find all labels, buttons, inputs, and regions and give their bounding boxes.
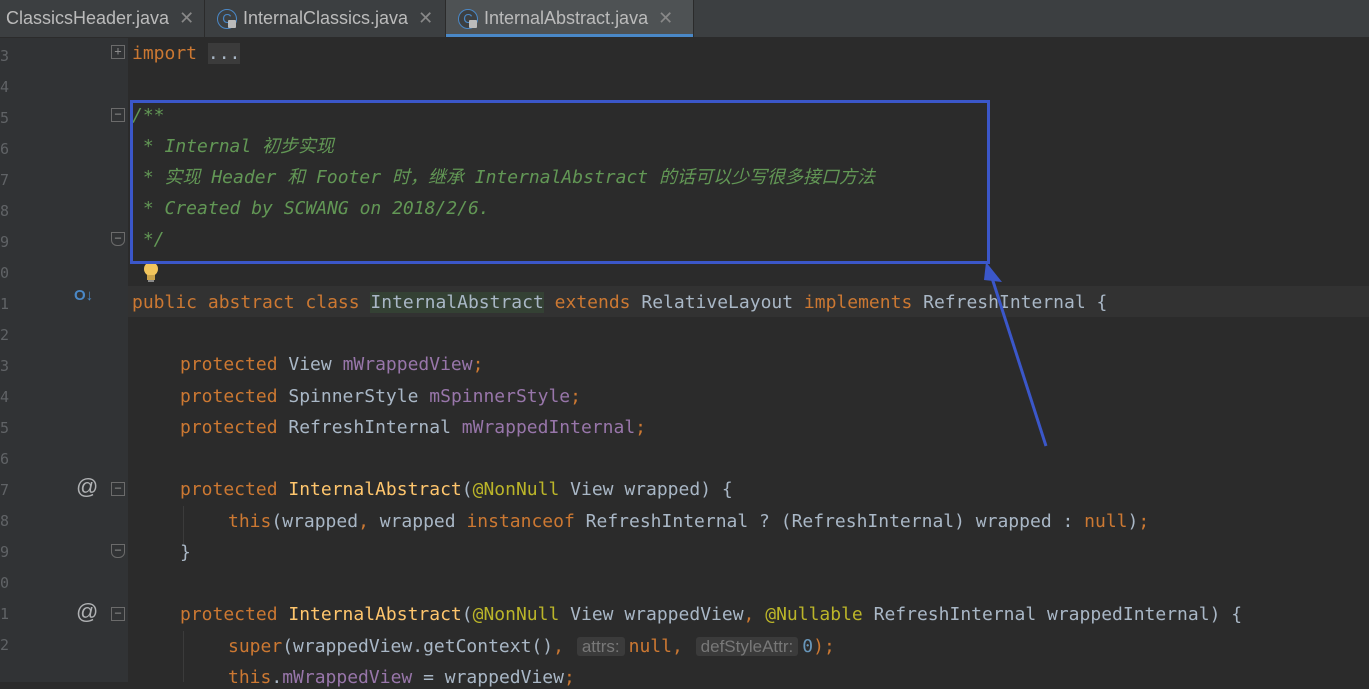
annotation-arrow (984, 262, 1048, 447)
override-icon[interactable]: @ (76, 474, 98, 500)
line-number: 0 (0, 264, 10, 282)
gutter (0, 38, 128, 682)
close-icon[interactable]: ✕ (418, 8, 433, 29)
indent-guide (183, 631, 184, 682)
override-icon[interactable]: @ (76, 599, 98, 625)
line-number: 2 (0, 636, 10, 654)
fold-collapse-icon[interactable] (111, 108, 125, 122)
tab-internal-abstract[interactable]: C InternalAbstract.java ✕ (446, 0, 694, 37)
line-number: 2 (0, 326, 10, 344)
param-hint: attrs: (576, 637, 625, 656)
line-number: 9 (0, 233, 10, 251)
class-icon: C (217, 8, 237, 29)
line-number: 3 (0, 47, 10, 65)
closing-brace-line: } (180, 542, 191, 563)
editor-tab-bar: ClassicsHeader.java ✕ C InternalClassics… (0, 0, 1369, 38)
line-number: 5 (0, 419, 10, 437)
close-icon[interactable]: ✕ (179, 8, 194, 29)
field-line: protected View mWrappedView; (180, 354, 484, 375)
fold-collapse-icon[interactable] (111, 482, 125, 496)
fold-collapse-icon[interactable] (111, 544, 125, 558)
folded-imports[interactable]: ... (207, 43, 241, 64)
line-number: 8 (0, 512, 10, 530)
line-number: 5 (0, 109, 10, 127)
statement-line: this.mWrappedView = wrappedView; (228, 667, 575, 688)
line-number: 1 (0, 605, 10, 623)
field-line: protected SpinnerStyle mSpinnerStyle; (180, 386, 581, 407)
tab-label: InternalClassics.java (243, 8, 409, 28)
line-number: 1 (0, 295, 10, 313)
code-editor[interactable]: 3 4 5 6 7 8 9 0 1 2 3 4 5 6 7 8 9 0 1 2 … (0, 38, 1369, 688)
tab-label: ClassicsHeader.java (6, 8, 170, 28)
constructor-line: protected InternalAbstract(@NonNull View… (180, 479, 733, 500)
statement-line: this(wrapped, wrapped instanceof Refresh… (228, 511, 1150, 532)
tab-label: InternalAbstract.java (484, 8, 649, 28)
line-number: 4 (0, 388, 10, 406)
line-number: 7 (0, 481, 10, 499)
line-number: 9 (0, 543, 10, 561)
line-number: 6 (0, 450, 10, 468)
fold-collapse-icon[interactable] (111, 232, 125, 246)
close-icon[interactable]: ✕ (658, 8, 673, 29)
field-line: protected RefreshInternal mWrappedIntern… (180, 417, 646, 438)
indent-guide (183, 506, 184, 546)
fold-expand-icon[interactable] (111, 45, 125, 59)
tab-classics-header[interactable]: ClassicsHeader.java ✕ (0, 0, 205, 37)
constructor-line: protected InternalAbstract(@NonNull View… (180, 604, 1243, 625)
class-declaration-line: public abstract class InternalAbstract e… (132, 292, 1108, 313)
line-number: 7 (0, 171, 10, 189)
line-number: 4 (0, 78, 10, 96)
line-number: 3 (0, 357, 10, 375)
class-icon: C (458, 8, 478, 29)
line-number: 0 (0, 574, 10, 592)
code-line-import: import ... (132, 43, 241, 64)
line-number: 8 (0, 202, 10, 220)
line-number: 6 (0, 140, 10, 158)
param-hint: defStyleAttr: (695, 637, 799, 656)
implements-icon[interactable]: O↓ (74, 287, 93, 304)
tab-internal-classics[interactable]: C InternalClassics.java ✕ (205, 0, 446, 37)
highlight-box-annotation (130, 100, 990, 264)
fold-collapse-icon[interactable] (111, 607, 125, 621)
statement-line: super(wrappedView.getContext(), attrs: nu… (228, 636, 835, 657)
